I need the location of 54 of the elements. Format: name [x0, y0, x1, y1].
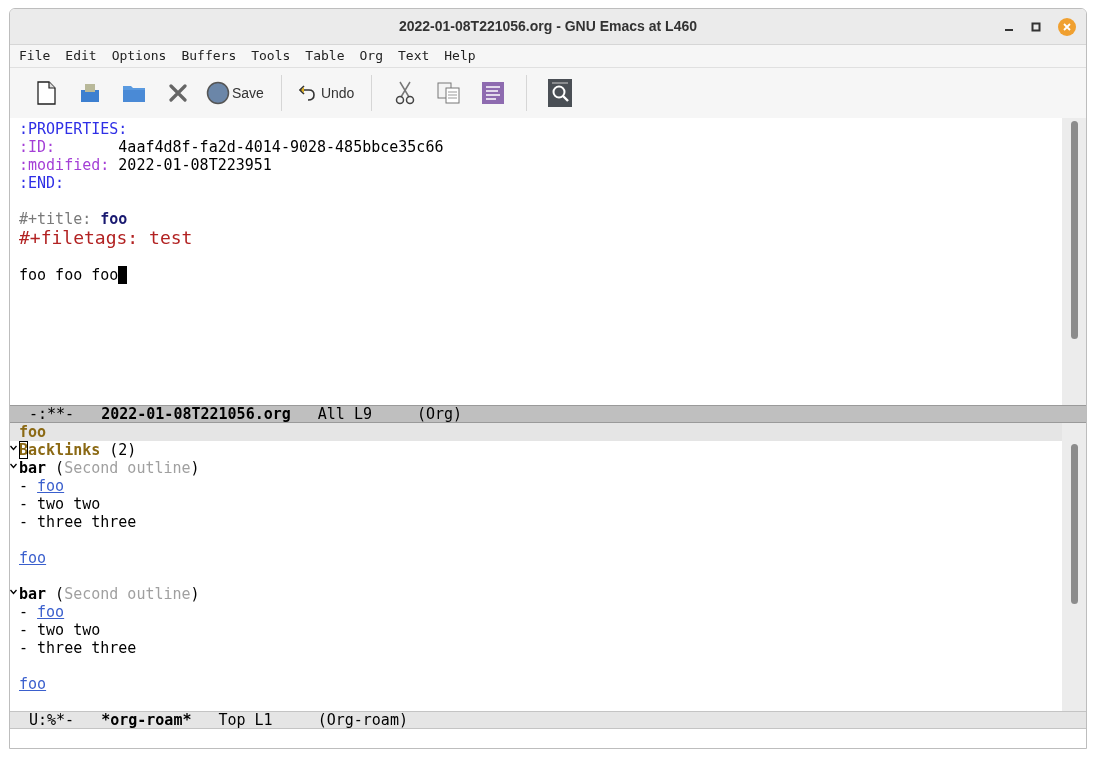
link[interactable]: foo [19, 675, 47, 693]
code-line: - three three [19, 513, 137, 531]
menu-item[interactable]: Buffers [181, 46, 237, 66]
menu-item[interactable]: Options [111, 46, 167, 66]
fold-icon[interactable] [10, 463, 17, 469]
code-line: :ID: 4aaf4d8f-fa2d-4014-9028-485bbce35c66 [19, 138, 444, 156]
close-icon[interactable] [169, 84, 187, 102]
code-line: - foo [19, 603, 65, 621]
code-line: #+title: foo [19, 210, 128, 228]
menu-item[interactable]: Edit [65, 46, 97, 66]
undo-icon [298, 84, 315, 102]
menu-item[interactable]: Text [398, 46, 430, 66]
link[interactable]: foo [19, 549, 47, 567]
mode-line-text: (Org-roam) [317, 711, 408, 729]
code-line: - two two [19, 495, 101, 513]
toolbar-button[interactable]: Undo [292, 75, 361, 111]
disc-icon [206, 81, 230, 105]
checklist-icon[interactable] [482, 82, 505, 104]
mode-line-text: *org-roam* [101, 711, 192, 729]
menu-item[interactable]: File [19, 46, 51, 66]
mode-line-text: (Org) [417, 405, 463, 423]
code-line: :modified: 2022-01-08T223951 [19, 156, 272, 174]
scrollbar[interactable] [1062, 423, 1086, 711]
code-line: :END: [19, 174, 65, 192]
code-line: - three three [19, 639, 137, 657]
mode-line-text: 2022-01-08T221056.org [101, 405, 291, 423]
mode-line-text: U:%*- [29, 711, 75, 729]
folder-icon[interactable] [122, 83, 146, 103]
save-icon[interactable] [80, 83, 100, 103]
menu-item[interactable]: Org [359, 46, 383, 66]
code-line: bar (Second outline) [19, 585, 200, 603]
menu-item[interactable]: Table [305, 46, 345, 66]
code-line: #+filetags: test [19, 229, 193, 248]
menu-item[interactable]: Help [444, 46, 476, 66]
link[interactable]: foo [37, 603, 65, 621]
maximize-icon[interactable] [1031, 22, 1041, 32]
fold-icon[interactable] [10, 445, 17, 451]
fold-icon[interactable] [10, 589, 17, 595]
mode-line-text: -:**- [29, 405, 75, 423]
code-line: - foo [19, 477, 65, 495]
search-icon[interactable] [548, 79, 573, 107]
code-line: bar (Second outline) [19, 459, 200, 477]
code-line: - two two [19, 621, 101, 639]
toolbar-button[interactable]: Save [200, 75, 270, 111]
link[interactable]: foo [37, 477, 65, 495]
window-title: 2022-01-08T221056.org - GNU Emacs at L460 [398, 17, 697, 36]
menu-item[interactable]: Tools [251, 46, 291, 66]
mode-line-text: All L9 [317, 405, 372, 423]
code-line: :PROPERTIES: [19, 120, 128, 138]
mode-line-text: Top L1 [218, 711, 273, 729]
new-file-icon[interactable] [35, 81, 57, 105]
scrollbar[interactable] [1062, 118, 1086, 405]
code-line: foo foo foo [19, 266, 119, 284]
scissors-icon[interactable] [395, 81, 416, 105]
